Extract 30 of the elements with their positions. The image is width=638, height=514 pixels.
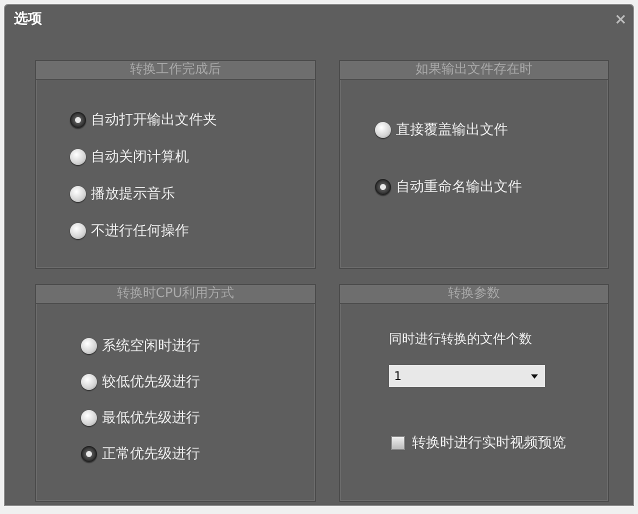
radio-button[interactable] (81, 446, 97, 462)
radio-button[interactable] (375, 122, 391, 138)
option-label: 自动关闭计算机 (91, 148, 189, 166)
radio-button[interactable] (70, 223, 86, 239)
radio-button[interactable] (81, 338, 97, 354)
option-label: 自动打开输出文件夹 (91, 111, 217, 129)
dropdown[interactable]: 1 (389, 365, 545, 387)
panel-header: 转换参数 (340, 285, 608, 304)
caret-icon (531, 374, 538, 378)
panel-header: 如果输出文件存在时 (340, 61, 608, 80)
radio-button[interactable] (81, 410, 97, 426)
radio-button[interactable] (375, 179, 391, 195)
radio-button[interactable] (81, 374, 97, 390)
option-label: 系统空闲时进行 (102, 337, 200, 355)
option-label: 最低优先级进行 (102, 409, 200, 427)
option-label: 直接覆盖输出文件 (396, 121, 508, 139)
radio-button[interactable] (70, 112, 86, 128)
option-label: 自动重命名输出文件 (396, 178, 522, 196)
radio-button[interactable] (70, 186, 86, 202)
option-label: 不进行任何操作 (91, 222, 189, 240)
panel-header: 转换工作完成后 (36, 61, 315, 80)
option-label: 播放提示音乐 (91, 185, 175, 203)
option-label: 较低优先级进行 (102, 373, 200, 391)
option-label: 正常优先级进行 (102, 445, 200, 463)
radio-button[interactable] (70, 149, 86, 165)
checkbox[interactable] (391, 436, 405, 450)
field-label: 同时进行转换的文件个数 (389, 331, 532, 348)
checkbox-label: 转换时进行实时视频预览 (412, 434, 566, 452)
panel-header: 转换时CPU利用方式 (36, 285, 315, 304)
window-title: 选项 (14, 10, 42, 28)
